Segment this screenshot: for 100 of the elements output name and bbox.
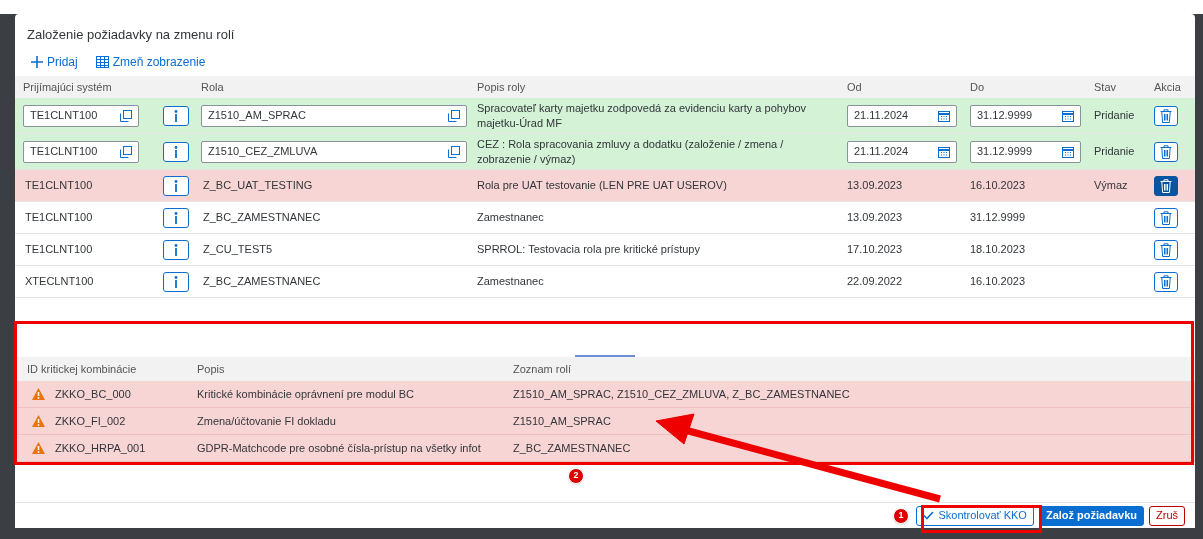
info-button[interactable] [163, 141, 189, 162]
table-cell-text: Z_CU_TEST5 [202, 242, 274, 258]
input-field[interactable]: 31.12.9999 [970, 140, 1081, 163]
table-cell-text: Pridanie [1094, 108, 1136, 124]
table-cell-text: Zamestnanec [477, 210, 545, 225]
column-header: Stav [1094, 79, 1117, 95]
copy-icon [448, 145, 460, 158]
table-cell-text: Kritické kombinácie oprávnení pre modul BC [197, 386, 416, 402]
table-cell-text: Z_BC_ZAMESTNANEC [202, 210, 322, 226]
table-cell-text: ZKKO_FI_002 [55, 413, 126, 429]
input-field[interactable]: 21.11.2024 [847, 140, 957, 163]
calendar-icon [1062, 145, 1074, 158]
table-row[interactable]: TE1CLNT100 Z_BC_UAT_TESTING Rola pre UAT testovanie (LEN PRE UAT USEROV) 13.09.2023 16.10.2023 Výmaz [15, 170, 1195, 202]
input-field[interactable]: 31.12.9999 [970, 104, 1081, 127]
table-cell-text: Z1510_AM_SPRAC, Z1510_CEZ_ZMLUVA, Z_BC_ZAMESTNANEC [513, 386, 851, 402]
table-cell-text: Rola pre UAT testovanie (LEN PRE UAT USEROV) [477, 178, 728, 193]
calendar-icon [938, 109, 950, 122]
copy-icon [120, 145, 132, 158]
table-cell-text: ZKKO_HRPA_001 [55, 440, 146, 456]
table-cell-text: 13.09.2023 [847, 178, 904, 194]
column-header: Do [970, 79, 986, 95]
table-row[interactable]: TE1CLNT100 Z1510_CEZ_ZMLUVA CEZ : Rola spracovania zmluvy a dodatku (založenie / zmena / zobrazenie / výmaz) 21.11.2024 31.12.9999 Pridanie [15, 134, 1195, 170]
delete-button[interactable] [1154, 141, 1178, 162]
column-header: ID kritickej kombinácie [27, 361, 138, 377]
warning-icon [32, 442, 45, 454]
table-cell-text: XTECLNT100 [24, 274, 95, 290]
table-cell-text: 16.10.2023 [970, 274, 1027, 290]
trash-icon [1160, 274, 1172, 289]
input-field[interactable]: Z1510_CEZ_ZMLUVA [201, 140, 467, 163]
splitter-handle[interactable] [575, 355, 635, 357]
info-icon [174, 145, 178, 158]
table-row[interactable]: ZKKO_BC_000 Kritické kombinácie oprávnení pre modul BC Z1510_AM_SPRAC, Z1510_CEZ_ZMLUVA, Z_BC_ZAMESTNANEC [15, 381, 1195, 408]
dialog-title: Založenie požiadavky na zmenu rolí [27, 25, 235, 44]
info-icon [174, 275, 178, 288]
column-header: Od [847, 79, 863, 95]
column-header: Popis [197, 361, 226, 377]
delete-button[interactable] [1154, 175, 1178, 196]
table-cell-text: SPRROL: Testovacia rola pre kritické prístupy [477, 242, 701, 257]
table-cell-text: Zamestnanec [477, 274, 545, 289]
table-cell-text: Z_BC_UAT_TESTING [202, 178, 314, 194]
column-header: Akcia [1154, 79, 1180, 95]
table-cell-text: Zmena/účtovanie FI dokladu [197, 413, 337, 429]
input-field[interactable]: 21.11.2024 [847, 104, 957, 127]
table-row[interactable]: ZKKO_HRPA_001 GDPR-Matchcode pre osobné čísla-prístup na všetky infot Z_BC_ZAMESTNANEC [15, 435, 1195, 462]
trash-icon [1160, 178, 1172, 193]
trash-icon [1160, 210, 1172, 225]
table-cell-text: Z_BC_ZAMESTNANEC [202, 274, 322, 290]
table-cell-text: Z_BC_ZAMESTNANEC [513, 440, 632, 456]
column-header: Zoznam rolí [513, 361, 573, 377]
table-cell-text: GDPR-Matchcode pre osobné čísla-prístup na všetky infot [197, 440, 482, 456]
table-cell-text: 22.09.2022 [847, 274, 904, 290]
table-cell-text: TE1CLNT100 [24, 242, 94, 258]
table-cell-text: TE1CLNT100 [24, 178, 94, 194]
reject-button[interactable]: Zruš [1149, 505, 1185, 526]
toolbar-button[interactable]: Zmeň zobrazenie [95, 53, 206, 71]
table-cell-text: ZKKO_BC_000 [55, 386, 131, 402]
calendar-icon [938, 145, 950, 158]
info-icon [174, 179, 178, 192]
trash-icon [1160, 242, 1172, 257]
info-button[interactable] [163, 105, 189, 126]
column-header: Rola [201, 79, 225, 95]
trash-icon [1160, 144, 1172, 159]
calendar-icon [1062, 109, 1074, 122]
copy-icon [120, 109, 132, 122]
table-cell-text: Z1510_AM_SPRAC [513, 413, 612, 429]
delete-button[interactable] [1154, 271, 1178, 292]
delete-button[interactable] [1154, 207, 1178, 228]
info-button[interactable] [163, 239, 189, 260]
table-cell-text: 31.12.9999 [970, 210, 1027, 226]
info-button[interactable] [163, 207, 189, 228]
checkmark-icon [923, 511, 935, 520]
input-field[interactable]: TE1CLNT100 [23, 104, 139, 127]
trash-icon [1160, 108, 1172, 123]
info-icon [174, 109, 178, 122]
column-header: Prijímajúci systém [23, 79, 113, 95]
table-cell-text: 13.09.2023 [847, 210, 904, 226]
table-cell-text: Spracovateľ karty majetku zodpovedá za evidenciu karty a pohybov majetku-Úrad MF [477, 100, 808, 131]
column-header: Popis roly [477, 79, 527, 95]
delete-button[interactable] [1154, 239, 1178, 260]
delete-button[interactable] [1154, 105, 1178, 126]
table-cell-text: 16.10.2023 [970, 178, 1027, 194]
input-field[interactable]: TE1CLNT100 [23, 140, 139, 163]
table-cell-text: 17.10.2023 [847, 242, 904, 258]
copy-icon [448, 109, 460, 122]
table-cell-text: CEZ : Rola spracovania zmluvy a dodatku (založenie / zmena / zobrazenie / výmaz) [477, 136, 785, 167]
toolbar-button[interactable]: Pridaj [31, 53, 78, 71]
info-icon [174, 211, 178, 224]
table-cell-text: Pridanie [1094, 144, 1136, 160]
info-button[interactable] [163, 271, 189, 292]
warning-icon [32, 415, 45, 427]
table-cell-text: Výmaz [1094, 178, 1129, 194]
table-cell-text: 18.10.2023 [970, 242, 1027, 258]
table-row[interactable]: TE1CLNT100 Z1510_AM_SPRAC Spracovateľ karty majetku zodpovedá za evidenciu karty a pohybov majetku-Úrad MF 21.11.2024 31.12.9999 Pridanie [15, 98, 1195, 134]
warning-icon [32, 388, 45, 400]
plus-icon [31, 56, 43, 68]
table-row[interactable]: ZKKO_FI_002 Zmena/účtovanie FI dokladu Z1510_AM_SPRAC [15, 408, 1195, 435]
table-cell-text: TE1CLNT100 [24, 210, 94, 226]
input-field[interactable]: Z1510_AM_SPRAC [201, 104, 467, 127]
grid-icon [95, 56, 109, 68]
info-button[interactable] [163, 175, 189, 196]
